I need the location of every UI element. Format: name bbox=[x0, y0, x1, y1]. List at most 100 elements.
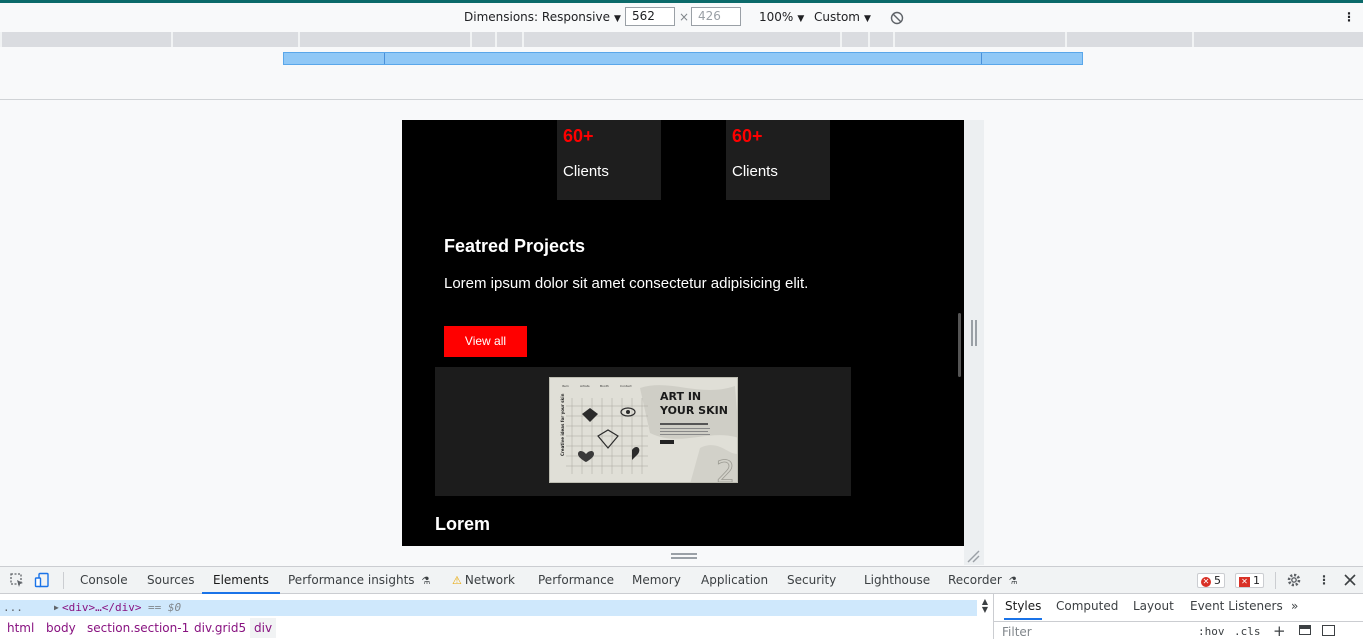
rotate-icon[interactable] bbox=[890, 9, 904, 27]
view-all-button[interactable]: View all bbox=[444, 326, 527, 357]
dimensions-label: Dimensions: Responsive bbox=[464, 10, 610, 24]
tab-security[interactable]: Security bbox=[787, 567, 836, 594]
styles-filter-row: Filter :hov .cls + bbox=[994, 621, 1363, 639]
tab-console[interactable]: Console bbox=[80, 567, 128, 594]
zoom-dropdown[interactable]: 100% ▼ bbox=[759, 8, 804, 26]
stat-card: 60+ Clients bbox=[726, 120, 830, 200]
add-rule-icon[interactable]: + bbox=[1273, 622, 1286, 639]
error-count: 5 bbox=[1214, 574, 1221, 587]
issue-count: 1 bbox=[1253, 574, 1260, 587]
dom-tree-selected-node[interactable]: ... ▶ <div>…</div> == $0 bbox=[0, 600, 977, 616]
resize-handle-bottom[interactable] bbox=[671, 553, 697, 559]
element-state-icon[interactable] bbox=[1299, 625, 1311, 635]
inspect-element-icon[interactable] bbox=[9, 572, 25, 588]
node-ellipsis: ... bbox=[3, 601, 23, 614]
stat-label: Clients bbox=[732, 163, 778, 180]
error-icon: ✕ bbox=[1201, 577, 1211, 587]
breadcrumb-section[interactable]: section.section-1 bbox=[87, 618, 189, 638]
cls-toggle[interactable]: .cls bbox=[1234, 625, 1261, 638]
media-query-bar-max bbox=[0, 32, 1363, 47]
device-toggle-icon[interactable] bbox=[34, 572, 50, 588]
settings-gear-icon[interactable] bbox=[1286, 572, 1302, 588]
devtools-tabbar: Console Sources Elements Performance ins… bbox=[0, 567, 1363, 594]
tab-styles[interactable]: Styles bbox=[1004, 594, 1043, 620]
height-input[interactable]: 426 bbox=[691, 7, 741, 26]
projects-heading: Featred Projects bbox=[444, 236, 586, 256]
tab-memory[interactable]: Memory bbox=[632, 567, 681, 594]
mq-segment[interactable] bbox=[173, 32, 300, 47]
lorem-heading: Lorem bbox=[435, 514, 491, 534]
mq-divider bbox=[384, 53, 385, 64]
toolbar-separator bbox=[63, 572, 64, 589]
dom-scroll-arrows[interactable]: ▲ ▼ bbox=[979, 598, 991, 616]
mq-segment[interactable] bbox=[1194, 32, 1363, 47]
thumb-number: 21 bbox=[716, 455, 738, 483]
thumb-side-text: Creative ideas for your skin bbox=[560, 393, 565, 456]
breadcrumb-div[interactable]: div bbox=[250, 618, 277, 638]
resize-corner-icon[interactable] bbox=[966, 549, 980, 563]
breadcrumb-html[interactable]: html bbox=[7, 618, 34, 638]
mq-segment[interactable] bbox=[870, 32, 895, 47]
mq-segment[interactable] bbox=[2, 32, 173, 47]
project-thumbnail[interactable]: Item Artists Booth Contact Creative idea… bbox=[549, 377, 738, 483]
tab-layout[interactable]: Layout bbox=[1133, 594, 1174, 620]
stat-label: Clients bbox=[563, 163, 609, 180]
toggle-sidebar-icon[interactable] bbox=[1322, 625, 1335, 636]
breadcrumb-body[interactable]: body bbox=[46, 618, 76, 638]
error-count-badge[interactable]: ✕ 5 bbox=[1197, 573, 1225, 588]
mq-segment[interactable] bbox=[524, 32, 842, 47]
caret-down-icon: ▼ bbox=[863, 14, 871, 24]
expand-triangle-icon[interactable]: ▶ bbox=[54, 600, 59, 616]
breadcrumb: html body section.section-1 div.grid5 di… bbox=[0, 618, 992, 639]
resize-handle-right[interactable] bbox=[971, 320, 977, 346]
thumb-nav-item: Item bbox=[562, 384, 569, 388]
media-query-bar-min[interactable] bbox=[283, 52, 1083, 65]
emulated-viewport: 60+ Clients 60+ Clients Featred Projects… bbox=[402, 120, 964, 546]
thumb-heading-line1: ART IN bbox=[660, 390, 701, 403]
breadcrumb-grid5[interactable]: div.grid5 bbox=[194, 618, 246, 638]
stat-card: 60+ Clients bbox=[557, 120, 661, 200]
tab-event-listeners[interactable]: Event Listeners bbox=[1190, 594, 1283, 620]
viewport-scrollbar[interactable] bbox=[958, 313, 961, 377]
ruler-separator bbox=[0, 99, 1363, 100]
node-dollar-zero: == $0 bbox=[148, 601, 182, 614]
more-options-icon[interactable]: ⋮ bbox=[1318, 567, 1330, 594]
node-tag: <div>…</div> bbox=[62, 601, 142, 614]
mq-segment[interactable] bbox=[842, 32, 870, 47]
project-card[interactable]: Item Artists Booth Contact Creative idea… bbox=[435, 367, 851, 496]
tab-application[interactable]: Application bbox=[701, 567, 768, 594]
more-options-icon[interactable]: ⋮ bbox=[1343, 8, 1355, 26]
caret-down-icon: ▼ bbox=[613, 14, 621, 24]
mq-segment[interactable] bbox=[300, 32, 472, 47]
warning-icon: ⚠ bbox=[452, 574, 462, 587]
thumb-heading-line2: YOUR SKIN bbox=[659, 404, 728, 417]
tab-recorder[interactable]: Recorder ⚗ bbox=[948, 567, 1018, 594]
styles-filter-input[interactable]: Filter bbox=[1002, 625, 1032, 639]
mq-segment[interactable] bbox=[895, 32, 1067, 47]
caret-down-icon: ▼ bbox=[797, 14, 805, 24]
tab-lighthouse[interactable]: Lighthouse bbox=[864, 567, 930, 594]
issue-count-badge[interactable]: ✕ 1 bbox=[1235, 573, 1264, 588]
tab-performance[interactable]: Performance bbox=[538, 567, 614, 594]
mq-segment[interactable] bbox=[1067, 32, 1194, 47]
times-sign: × bbox=[679, 10, 690, 24]
tab-recorder-label: Recorder bbox=[948, 573, 1002, 587]
throttle-dropdown[interactable]: Custom ▼ bbox=[814, 8, 871, 26]
close-icon[interactable] bbox=[1342, 572, 1358, 588]
stat-number: 60+ bbox=[732, 126, 763, 146]
width-input[interactable]: 562 bbox=[625, 7, 675, 26]
dimensions-dropdown[interactable]: Dimensions: Responsive ▼ bbox=[464, 8, 621, 26]
flask-icon: ⚗ bbox=[1008, 576, 1018, 587]
flask-icon: ⚗ bbox=[421, 576, 431, 587]
mq-segment[interactable] bbox=[497, 32, 524, 47]
tab-elements[interactable]: Elements bbox=[202, 567, 280, 594]
styles-pane: Styles Computed Layout Event Listeners »… bbox=[993, 594, 1363, 639]
mq-segment[interactable] bbox=[472, 32, 497, 47]
tab-computed[interactable]: Computed bbox=[1056, 594, 1118, 620]
tab-performance-insights[interactable]: Performance insights ⚗ bbox=[288, 567, 430, 594]
projects-description: Lorem ipsum dolor sit amet consectetur a… bbox=[444, 275, 809, 292]
tab-network[interactable]: ⚠ Network bbox=[452, 567, 515, 594]
more-tabs-icon[interactable]: » bbox=[1291, 594, 1298, 620]
hov-toggle[interactable]: :hov bbox=[1198, 625, 1225, 638]
tab-sources[interactable]: Sources bbox=[147, 567, 194, 594]
